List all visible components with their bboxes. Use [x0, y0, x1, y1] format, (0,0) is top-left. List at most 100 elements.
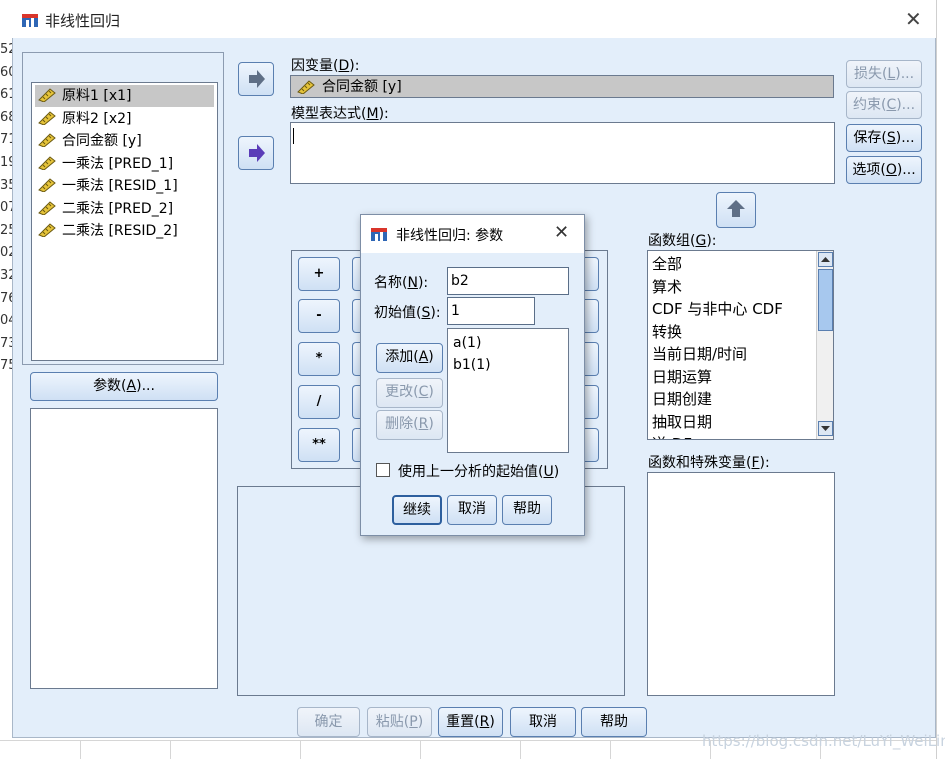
calc-button[interactable]: - [298, 299, 340, 333]
calc-button[interactable]: * [298, 342, 340, 376]
close-icon[interactable]: ✕ [905, 7, 922, 31]
dialog-help-button[interactable]: 帮助 [502, 495, 552, 525]
side-button-key: O [885, 162, 897, 178]
bottom-button[interactable]: 确定 [297, 707, 360, 737]
bottom-button[interactable]: 粘贴(P) [367, 707, 432, 737]
calc-button[interactable]: + [298, 257, 340, 291]
variable-list[interactable]: 原料1 [x1] 原料2 [x2] 合同金额 [y] 一乘法 [PRED_1] 一乘法 … [31, 82, 218, 361]
scroll-thumb[interactable] [818, 269, 833, 331]
variable-list-item[interactable]: 原料1 [x1] [35, 85, 214, 107]
side-button-suffix: )... [896, 162, 916, 178]
bottom-button[interactable]: 取消 [510, 707, 576, 737]
function-group-item[interactable]: 全部 [652, 253, 682, 275]
variable-list-item[interactable]: 一乘法 [PRED_1] [38, 153, 173, 175]
scale-variable-icon [38, 178, 56, 192]
move-up-button[interactable] [716, 192, 756, 228]
calc-button[interactable]: / [298, 385, 340, 419]
bottom-button-label: 重置( [446, 714, 480, 730]
parameters-list[interactable] [30, 408, 218, 689]
function-group-label-suffix: ): [706, 233, 717, 249]
variable-list-item[interactable]: 二乘法 [RESID_2] [38, 220, 178, 242]
variable-list-item[interactable]: 一乘法 [RESID_1] [38, 175, 178, 197]
calc-button-partial[interactable] [583, 385, 599, 419]
function-group-item[interactable]: CDF 与非中心 CDF [652, 298, 783, 320]
dependent-field[interactable]: 合同金额 [y] [290, 75, 834, 98]
side-button[interactable]: 损失(L)... [846, 60, 922, 88]
param-name-label-suffix: ): [417, 275, 429, 291]
change-param-button-suffix: ) [428, 384, 434, 400]
calc-button[interactable]: ** [298, 428, 340, 462]
remove-param-button[interactable]: 删除(R) [376, 410, 443, 440]
scale-variable-icon [38, 223, 56, 237]
background-sheet-right [936, 0, 945, 759]
right-arrow-icon [249, 70, 265, 88]
param-list-item[interactable]: a(1) [453, 333, 481, 353]
change-param-button-key: C [418, 384, 429, 400]
use-previous-start-checkbox[interactable] [376, 463, 390, 477]
close-icon[interactable]: ✕ [554, 222, 569, 243]
dialog-cancel-button[interactable]: 取消 [447, 495, 497, 525]
scale-variable-icon [38, 200, 56, 215]
start-value-input[interactable]: 1 [447, 297, 535, 325]
function-group-scrollbar[interactable] [816, 251, 833, 439]
calc-button-partial[interactable] [583, 428, 599, 462]
bottom-button[interactable]: 重置(R) [438, 707, 503, 737]
variable-label: 二乘法 [RESID_2] [62, 223, 178, 239]
scroll-up-button[interactable] [818, 252, 833, 267]
side-button[interactable]: 约束(C)... [846, 91, 922, 119]
remove-param-button-key: R [418, 416, 429, 432]
param-name-input[interactable]: b2 [447, 267, 569, 295]
side-button-label: 保存( [853, 130, 887, 146]
param-list[interactable]: a(1) b1(1) [447, 328, 569, 453]
variable-list-item[interactable]: 合同金额 [y] [38, 130, 142, 152]
text-cursor [293, 128, 294, 144]
parameters-button-key: A [126, 378, 137, 394]
scroll-down-button[interactable] [818, 421, 833, 436]
add-param-button[interactable]: 添加(A) [376, 343, 443, 373]
window-titlebar: 非线性回归 ✕ [12, 2, 936, 38]
calc-button-partial[interactable] [583, 342, 599, 376]
bottom-button-label: 取消 [529, 714, 557, 730]
watermark: https://blog.csdn.net/LuYi_WeiLin [702, 732, 945, 750]
variable-label: 原料1 [x1] [62, 88, 132, 104]
start-value-label-suffix: ): [430, 305, 441, 321]
function-group-item[interactable]: 算术 [652, 276, 682, 298]
function-group-item[interactable]: 日期运算 [652, 366, 712, 388]
scale-variable-icon [38, 88, 56, 102]
bottom-button[interactable]: 帮助 [581, 707, 647, 737]
parameters-button[interactable]: 参数(A)... [30, 372, 218, 401]
param-list-item[interactable]: b1(1) [453, 355, 491, 375]
function-group-item[interactable]: 转换 [652, 321, 682, 343]
model-expression-label-text: 模型表达式( [291, 106, 367, 122]
parameters-button-suffix: )... [136, 378, 155, 394]
scale-variable-icon [38, 133, 56, 147]
continue-button[interactable]: 继续 [392, 495, 442, 525]
calc-button-partial[interactable] [583, 299, 599, 333]
function-group-item[interactable]: 当前日期/时间 [652, 343, 747, 365]
model-expression-input[interactable] [290, 122, 835, 184]
parameters-button-label: 参数( [93, 378, 127, 394]
functions-list[interactable] [647, 472, 835, 696]
function-group-item[interactable]: 逆 DF [652, 433, 692, 439]
calc-button-partial[interactable] [583, 257, 599, 291]
move-to-dependent-button[interactable] [238, 62, 274, 96]
side-button-suffix: )... [895, 130, 915, 146]
parameters-dialog-titlebar: 非线性回归: 参数 ✕ [361, 215, 584, 253]
side-button-suffix: )... [895, 66, 915, 82]
variable-list-item[interactable]: 二乘法 [PRED_2] [38, 198, 173, 220]
background-grid-line [170, 740, 171, 759]
background-grid-line [420, 740, 421, 759]
remove-param-button-label: 删除( [385, 416, 419, 432]
move-to-model-button[interactable] [238, 136, 274, 170]
function-group-item[interactable]: 抽取日期 [652, 411, 712, 433]
spss-app-icon [371, 228, 387, 241]
change-param-button[interactable]: 更改(C) [376, 378, 443, 408]
add-param-button-suffix: ) [428, 349, 434, 365]
variable-list-item[interactable]: 原料2 [x2] [38, 108, 131, 130]
variable-label: 二乘法 [PRED_2] [62, 200, 174, 217]
variable-label: 合同金额 [y] [62, 133, 142, 149]
function-group-list[interactable]: 全部算术CDF 与非中心 CDF转换当前日期/时间日期运算日期创建抽取日期逆 D… [647, 250, 834, 440]
side-button[interactable]: 选项(O)... [846, 156, 922, 184]
function-group-item[interactable]: 日期创建 [652, 388, 712, 410]
side-button[interactable]: 保存(S)... [846, 124, 922, 152]
